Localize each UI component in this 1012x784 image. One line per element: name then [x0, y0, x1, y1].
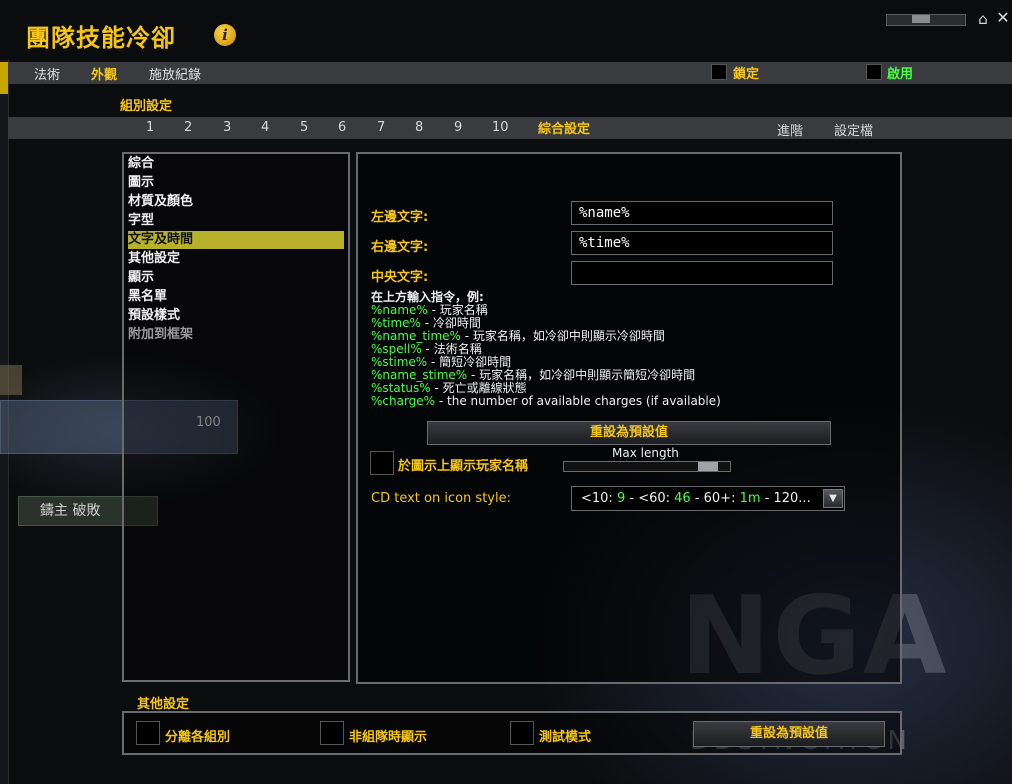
- cd-style-part: 1m: [739, 491, 761, 506]
- cd-style-part: - 120...: [760, 491, 811, 506]
- help-desc: - 法術名稱: [421, 342, 482, 356]
- background-target-bar-text: 鑄主 破敗: [40, 503, 101, 519]
- group-settings-label: 組別設定: [120, 99, 173, 114]
- menu-spells[interactable]: 法術: [34, 64, 60, 83]
- show-not-in-group-label: 非組隊時顯示: [349, 730, 428, 745]
- cd-style-part: - <60:: [625, 491, 675, 506]
- window-scale-handle[interactable]: [912, 15, 930, 23]
- max-length-slider-thumb[interactable]: [698, 462, 718, 471]
- enable-checkbox[interactable]: [866, 64, 882, 80]
- max-length-label: Max length: [612, 446, 679, 460]
- lock-label: 鎖定: [733, 67, 760, 82]
- tab-group-3[interactable]: 3: [223, 120, 231, 135]
- lock-checkbox[interactable]: [711, 64, 727, 80]
- split-groups-label: 分離各組別: [165, 730, 231, 745]
- help-code: %stime%: [371, 355, 428, 369]
- other-settings-label: 其他設定: [137, 697, 190, 712]
- left-text-label: 左邊文字:: [371, 210, 429, 225]
- tab-group-9[interactable]: 9: [454, 120, 462, 135]
- tab-group-6[interactable]: 6: [338, 120, 346, 135]
- help-code: %spell%: [371, 342, 422, 356]
- help-desc: - 冷卻時間: [420, 316, 481, 330]
- sidebar-item-texture-color[interactable]: 材質及顏色: [128, 193, 344, 211]
- help-desc: - the number of available charges (if av…: [435, 394, 721, 408]
- reset-text-defaults-button[interactable]: 重設為預設值: [427, 421, 831, 445]
- help-line: %charge% - the number of available charg…: [371, 395, 721, 408]
- right-text-input[interactable]: %time%: [571, 231, 833, 255]
- sidebar-item-font[interactable]: 字型: [128, 212, 344, 230]
- reset-all-defaults-button[interactable]: 重設為預設值: [693, 721, 885, 747]
- help-code: %status%: [371, 381, 431, 395]
- close-icon[interactable]: ✕: [996, 10, 1010, 26]
- sidebar-item-display[interactable]: 顯示: [128, 269, 344, 287]
- help-desc: - 玩家名稱，如冷卻中則顯示簡短冷卻時間: [467, 368, 696, 382]
- sidebar-item-text-time[interactable]: 文字及時間: [128, 231, 344, 249]
- help-desc: - 玩家名稱: [427, 303, 488, 317]
- tab-group-4[interactable]: 4: [261, 120, 269, 135]
- left-text-input[interactable]: %name%: [571, 201, 833, 225]
- sidebar-item-icon[interactable]: 圖示: [128, 174, 344, 192]
- help-code: %charge%: [371, 394, 436, 408]
- tab-profile[interactable]: 設定檔: [834, 120, 873, 139]
- center-text-input[interactable]: [571, 261, 833, 285]
- test-mode-checkbox[interactable]: [510, 721, 534, 745]
- help-code: %time%: [371, 316, 421, 330]
- tab-general-settings[interactable]: 綜合設定: [538, 118, 590, 137]
- tab-group-5[interactable]: 5: [300, 120, 308, 135]
- sidebar-item-presets[interactable]: 預設樣式: [128, 307, 344, 325]
- info-icon[interactable]: i: [214, 24, 236, 46]
- tab-advanced[interactable]: 進階: [777, 120, 803, 139]
- chevron-down-icon[interactable]: ▼: [823, 489, 843, 508]
- help-code: %name_stime%: [371, 368, 468, 382]
- menu-appearance[interactable]: 外觀: [91, 64, 117, 83]
- background-portrait: [0, 365, 22, 395]
- tab-group-10[interactable]: 10: [492, 120, 509, 135]
- enable-label: 啟用: [887, 67, 914, 82]
- window-title: 團隊技能冷卻: [26, 24, 176, 52]
- home-icon[interactable]: ⌂: [975, 11, 991, 27]
- help-code: %name_time%: [371, 329, 461, 343]
- sidebar-item-general[interactable]: 綜合: [128, 155, 344, 173]
- right-text-label: 右邊文字:: [371, 240, 429, 255]
- tab-group-2[interactable]: 2: [184, 120, 192, 135]
- sidebar-item-other[interactable]: 其他設定: [128, 250, 344, 268]
- show-name-checkbox[interactable]: [370, 451, 394, 475]
- help-code: %name%: [371, 303, 428, 317]
- cd-style-selected: <10: 9 - <60: 46 - 60+: 1m - 120...: [581, 491, 811, 506]
- split-groups-checkbox[interactable]: [136, 721, 160, 745]
- cd-style-part: <10:: [581, 491, 617, 506]
- tab-group-7[interactable]: 7: [377, 120, 385, 135]
- cd-style-part: 9: [616, 491, 626, 506]
- cd-style-part: - 60+:: [690, 491, 740, 506]
- help-desc: - 簡短冷卻時間: [427, 355, 512, 369]
- help-desc: - 死亡或離線狀態: [430, 381, 527, 395]
- cd-style-part: 46: [674, 491, 691, 506]
- test-mode-label: 測試模式: [539, 730, 592, 745]
- sidebar-item-blacklist[interactable]: 黑名單: [128, 288, 344, 306]
- help-desc: - 玩家名稱，如冷卻中則顯示冷卻時間: [460, 329, 665, 343]
- center-text-label: 中央文字:: [371, 270, 429, 285]
- menu-edge-accent: [0, 62, 8, 94]
- tab-group-1[interactable]: 1: [146, 120, 154, 135]
- cd-style-label: CD text on icon style:: [371, 491, 511, 506]
- menu-cast-log[interactable]: 施放紀錄: [149, 64, 201, 83]
- show-not-in-group-checkbox[interactable]: [320, 721, 344, 745]
- show-name-label: 於圖示上顯示玩家名稱: [398, 459, 529, 474]
- tab-group-8[interactable]: 8: [415, 120, 423, 135]
- sidebar-item-attach-frame: 附加到框架: [128, 327, 194, 342]
